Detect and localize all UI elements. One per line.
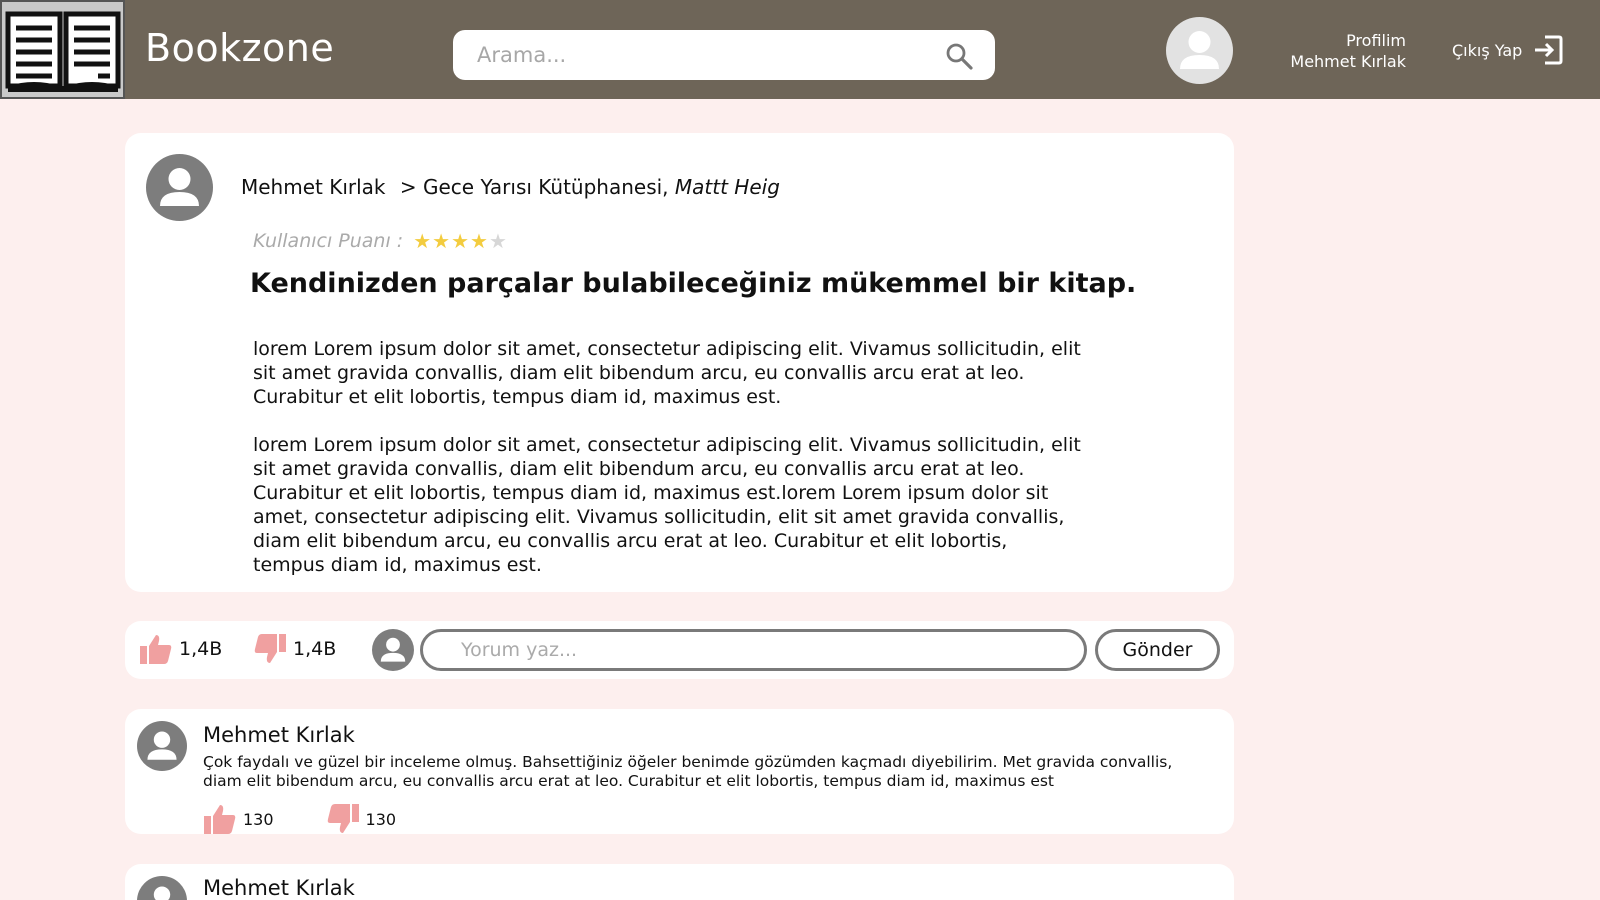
star-icon: ★ [432, 229, 451, 253]
comment-dislike-count: 130 [365, 809, 397, 829]
comment-card: Mehmet Kırlak Çok faydalı ve güzel bir i… [125, 709, 1234, 834]
dislike-button[interactable]: 1,4B [253, 633, 336, 665]
comment-author-avatar[interactable] [137, 721, 187, 771]
logout-button[interactable]: Çıkış Yap [1452, 34, 1564, 66]
user-icon [1180, 31, 1219, 69]
comment-like-button[interactable]: 130 [203, 803, 274, 835]
user-icon [147, 731, 177, 760]
comment-author[interactable]: Mehmet Kırlak [203, 723, 355, 747]
thumbs-down-icon [254, 634, 286, 663]
review-author-avatar[interactable] [146, 154, 213, 221]
rating-stars: ★ ★ ★ ★ ★ [413, 229, 507, 253]
search-bar [453, 30, 995, 80]
review-actions-bar: 1,4B 1,4B Gönder [125, 621, 1234, 679]
comment-author-avatar[interactable] [137, 876, 187, 900]
star-icon: ★ [488, 229, 507, 253]
star-icon: ★ [451, 229, 469, 253]
review-body: lorem Lorem ipsum dolor sit amet, consec… [253, 337, 1083, 601]
logout-icon [1535, 35, 1563, 65]
comment-card: Mehmet Kırlak [125, 864, 1234, 900]
comment-text: Çok faydalı ve güzel bir inceleme olmuş.… [203, 753, 1173, 790]
comment-like-count: 130 [243, 809, 274, 829]
review-header: Mehmet Kırlak > Gece Yarısı Kütüphanesi,… [241, 175, 780, 199]
user-rating: Kullanıcı Puanı : ★ ★ ★ ★ ★ [253, 229, 507, 253]
logout-label: Çıkış Yap [1452, 40, 1523, 60]
profile-link[interactable]: Profilim Mehmet Kırlak [1260, 30, 1406, 72]
current-user-avatar [372, 629, 414, 671]
review-card: Mehmet Kırlak > Gece Yarısı Kütüphanesi,… [125, 133, 1234, 592]
brand-name[interactable]: Bookzone [145, 26, 334, 70]
search-icon[interactable] [945, 42, 973, 70]
user-icon [160, 168, 199, 206]
book-title[interactable]: > Gece Yarısı Kütüphanesi, [400, 175, 669, 199]
star-icon: ★ [470, 229, 488, 253]
user-icon [380, 637, 406, 662]
review-paragraph: lorem Lorem ipsum dolor sit amet, consec… [253, 434, 1081, 576]
star-icon: ★ [413, 229, 432, 253]
comment-input-wrapper [420, 629, 1087, 671]
like-count: 1,4B [179, 638, 223, 660]
comment-votes: 130 130 [203, 803, 396, 835]
profile-label: Profilim [1346, 31, 1406, 50]
dislike-count: 1,4B [293, 638, 337, 660]
search-input[interactable] [477, 30, 937, 80]
comment-author[interactable]: Mehmet Kırlak [203, 876, 355, 900]
like-button[interactable]: 1,4B [139, 633, 222, 665]
book-author[interactable]: Mattt Heig [675, 175, 780, 199]
review-paragraph: lorem Lorem ipsum dolor sit amet, consec… [253, 338, 1081, 408]
user-avatar[interactable] [1166, 17, 1233, 84]
thumbs-up-icon [140, 635, 172, 664]
thumbs-down-icon [327, 804, 359, 833]
user-icon [153, 886, 171, 900]
top-navbar: Bookzone Profilim Mehmet Kırlak Çıkış Ya… [0, 0, 1600, 99]
rating-label: Kullanıcı Puanı : [253, 230, 404, 252]
thumbs-up-icon [204, 805, 236, 834]
comment-dislike-button[interactable]: 130 [326, 803, 397, 835]
profile-username: Mehmet Kırlak [1290, 52, 1406, 71]
comment-input[interactable] [423, 632, 1084, 668]
review-author[interactable]: Mehmet Kırlak [241, 175, 386, 199]
book-logo-icon[interactable] [0, 0, 125, 99]
send-comment-button[interactable]: Gönder [1095, 629, 1220, 671]
review-title: Kendinizden parçalar bulabileceğiniz mük… [250, 268, 1137, 299]
